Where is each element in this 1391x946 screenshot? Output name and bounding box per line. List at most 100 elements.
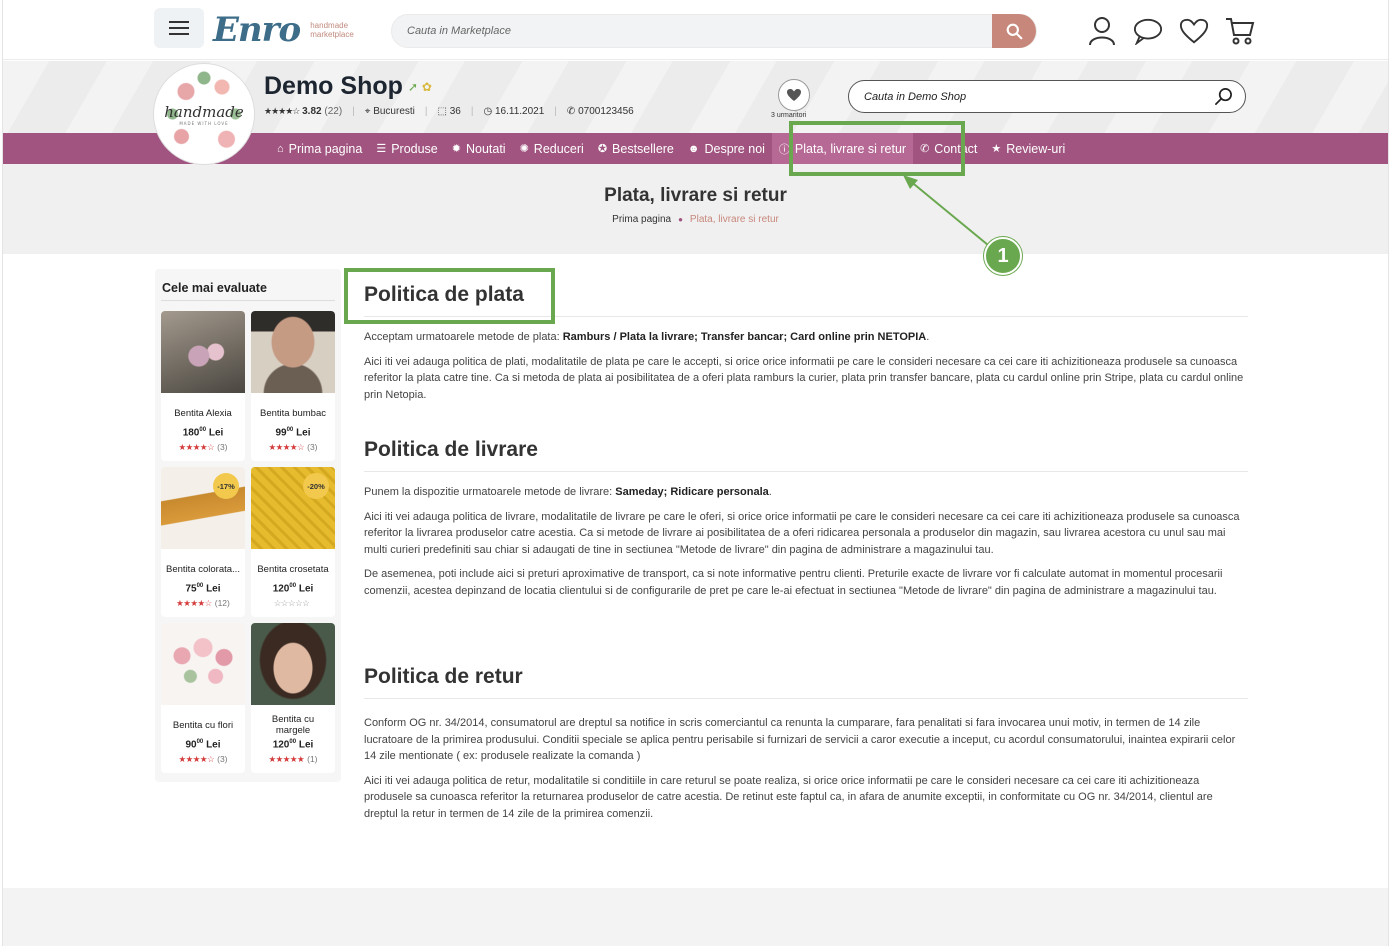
product-card[interactable]: Bentita bumbac 9900 Lei ★★★★☆ (3) <box>251 311 335 461</box>
returns-policy-paragraph-2: Aici iti vei adauga politica de retur, m… <box>364 774 1213 820</box>
rating-count: (1) <box>307 754 318 765</box>
shop-phone-text: 0700123456 <box>578 106 634 117</box>
shop-avatar-subtext: MADE WITH LOVE <box>179 120 229 126</box>
product-image <box>251 311 335 393</box>
separator: | <box>424 106 428 117</box>
nav-item-label: Review-uri <box>1006 141 1066 156</box>
price-dec: 00 <box>199 427 207 433</box>
product-card[interactable]: Bentita cu flori 9000 Lei ★★★★☆ (3) <box>161 623 245 773</box>
rating-stars: ★★★★☆ <box>268 442 305 453</box>
shop-avatar-text: handmade <box>164 102 244 121</box>
shop-products-count-text: 36 <box>449 106 461 117</box>
shop-products-count: ⬚ 36 <box>438 106 461 117</box>
price-dec: 00 <box>196 583 204 589</box>
shop-search-input[interactable] <box>849 81 1189 112</box>
price-currency: Lei <box>208 427 224 439</box>
product-name: Bentita Alexia <box>174 407 232 419</box>
breadcrumb-home[interactable]: Prima pagina <box>612 214 671 225</box>
box-icon: ⬚ <box>437 106 447 117</box>
logo-subtitle: handmade marketplace <box>310 21 354 39</box>
shop-name: Demo Shop <box>264 72 403 100</box>
rating-stars: ☆☆☆☆☆ <box>273 598 310 609</box>
rating-count: (3) <box>217 754 228 765</box>
shop-avatar[interactable]: handmade MADE WITH LOVE <box>154 64 254 164</box>
shop-since-text: 16.11.2021 <box>494 106 545 117</box>
cart-button[interactable] <box>1225 16 1255 46</box>
shop-stars: ★★★★☆ <box>264 106 300 116</box>
shop-location-text: Bucuresti <box>373 106 415 117</box>
marketplace-search <box>391 14 1037 48</box>
product-rating: ★★★★★ (1) <box>251 754 335 765</box>
price-dec: 00 <box>286 427 294 433</box>
rating-stars: ★★★★★ <box>268 754 305 765</box>
price-currency: Lei <box>296 427 311 439</box>
nav-item-contact[interactable]: ✆ Contact <box>913 133 984 164</box>
product-card[interactable]: Bentita cu margele 12000 Lei ★★★★★ (1) <box>251 623 335 773</box>
top-bar: Enro handmade marketplace <box>3 0 1388 60</box>
price-dec: 00 <box>289 583 297 589</box>
separator: | <box>470 106 474 117</box>
phone-icon: ✆ <box>566 106 576 117</box>
delivery-policy-paragraph-2: De asemenea, poti include aici si pretur… <box>364 568 1223 597</box>
payment-intro: Acceptam urmatoarele metode de plata: <box>364 331 563 343</box>
location-pin-icon: ⌖ <box>364 106 371 117</box>
nav-item-bestsellers[interactable]: ✪ Bestsellere <box>591 133 681 164</box>
nav-item-discounts[interactable]: ✺ Reduceri <box>513 133 591 164</box>
shop-search <box>848 80 1246 113</box>
star-icon: ★ <box>991 143 1002 155</box>
payment-intro-end: . <box>926 331 930 343</box>
user-circle-icon: ☻ <box>687 142 700 155</box>
site-logo[interactable]: Enro handmade marketplace <box>213 10 354 50</box>
shop-search-button[interactable] <box>1214 87 1233 110</box>
breadcrumb: Prima pagina ● Plata, livrare si retur <box>3 214 1388 225</box>
product-rating: ★★★★☆ (12) <box>161 598 245 609</box>
product-card[interactable]: Bentita Alexia 18000 Lei ★★★★☆ (3) <box>161 311 245 461</box>
rocket-icon: ➚ <box>408 80 419 94</box>
follow-button[interactable] <box>778 79 810 111</box>
product-name: Bentita bumbac <box>259 407 326 419</box>
page-frame: Enro handmade marketplace Cauta in Marke… <box>2 0 1389 946</box>
nav-item-label: Prima pagina <box>288 141 363 156</box>
rating-stars: ★★★★☆ <box>176 598 212 609</box>
marketplace-search-button[interactable] <box>992 14 1036 48</box>
delivery-methods-text: Punem la dispozitie urmatoarele metode d… <box>364 484 1248 501</box>
shop-location: ⌖ Bucuresti <box>365 106 415 117</box>
nav-item-new[interactable]: ✹ Noutati <box>445 133 513 164</box>
shop-logo-image: handmade MADE WITH LOVE <box>159 69 249 159</box>
nav-item-reviews[interactable]: ★ Review-uri <box>984 133 1072 164</box>
price-dec: 00 <box>289 739 297 745</box>
product-image <box>161 623 245 705</box>
price-currency: Lei <box>298 583 314 595</box>
nav-item-payment-delivery-returns[interactable]: ⓘ Plata, livrare si retur <box>771 133 914 164</box>
nav-item-about[interactable]: ☻ Despre noi <box>681 133 772 164</box>
delivery-policy-paragraph: Aici iti vei adauga politica de livrare,… <box>364 510 1240 556</box>
rating-count: (3) <box>217 442 228 453</box>
product-card[interactable]: -20% Bentita crosetata 12000 Lei ☆☆☆☆☆ <box>251 467 335 617</box>
account-button[interactable] <box>1087 16 1117 46</box>
nav-item-products[interactable]: ☰ Produse <box>369 133 444 164</box>
top-icons <box>1087 16 1255 46</box>
payment-policy-paragraph: Aici iti vei adauga politica de plati, m… <box>364 355 1244 401</box>
nav-item-home[interactable]: ⌂ Prima pagina <box>270 133 369 164</box>
menu-button[interactable] <box>154 8 204 48</box>
price-int: 180 <box>182 427 200 439</box>
nav-item-label: Noutati <box>465 141 506 156</box>
nav-item-label: Contact <box>934 141 978 156</box>
sidebar-top-rated: Cele mai evaluate Bentita Alexia 18000 L… <box>155 269 341 782</box>
payment-methods: Ramburs / Plata la livrare; Transfer ban… <box>562 331 927 343</box>
returns-policy-paragraph: Conform OG nr. 34/2014, consumatorul are… <box>364 717 1236 762</box>
marketplace-search-input[interactable] <box>392 15 982 47</box>
product-card[interactable]: -17% Bentita colorata... 7500 Lei ★★★★☆(… <box>161 467 245 617</box>
logo-sub-line2: marketplace <box>310 30 354 39</box>
separator: | <box>352 106 355 117</box>
price-currency: Lei <box>206 739 221 751</box>
product-rating: ★★★★☆ (3) <box>251 442 335 453</box>
wishlist-button[interactable] <box>1179 16 1209 46</box>
shop-reviews-count: (22) <box>324 106 343 117</box>
home-icon: ⌂ <box>277 142 284 155</box>
shop-phone[interactable]: ✆ 0700123456 <box>567 106 634 117</box>
messages-button[interactable] <box>1133 16 1163 46</box>
product-grid: Bentita Alexia 18000 Lei ★★★★☆ (3) Bentit… <box>161 311 335 773</box>
gift-icon: ✿ <box>421 80 432 94</box>
separator: | <box>554 106 557 117</box>
